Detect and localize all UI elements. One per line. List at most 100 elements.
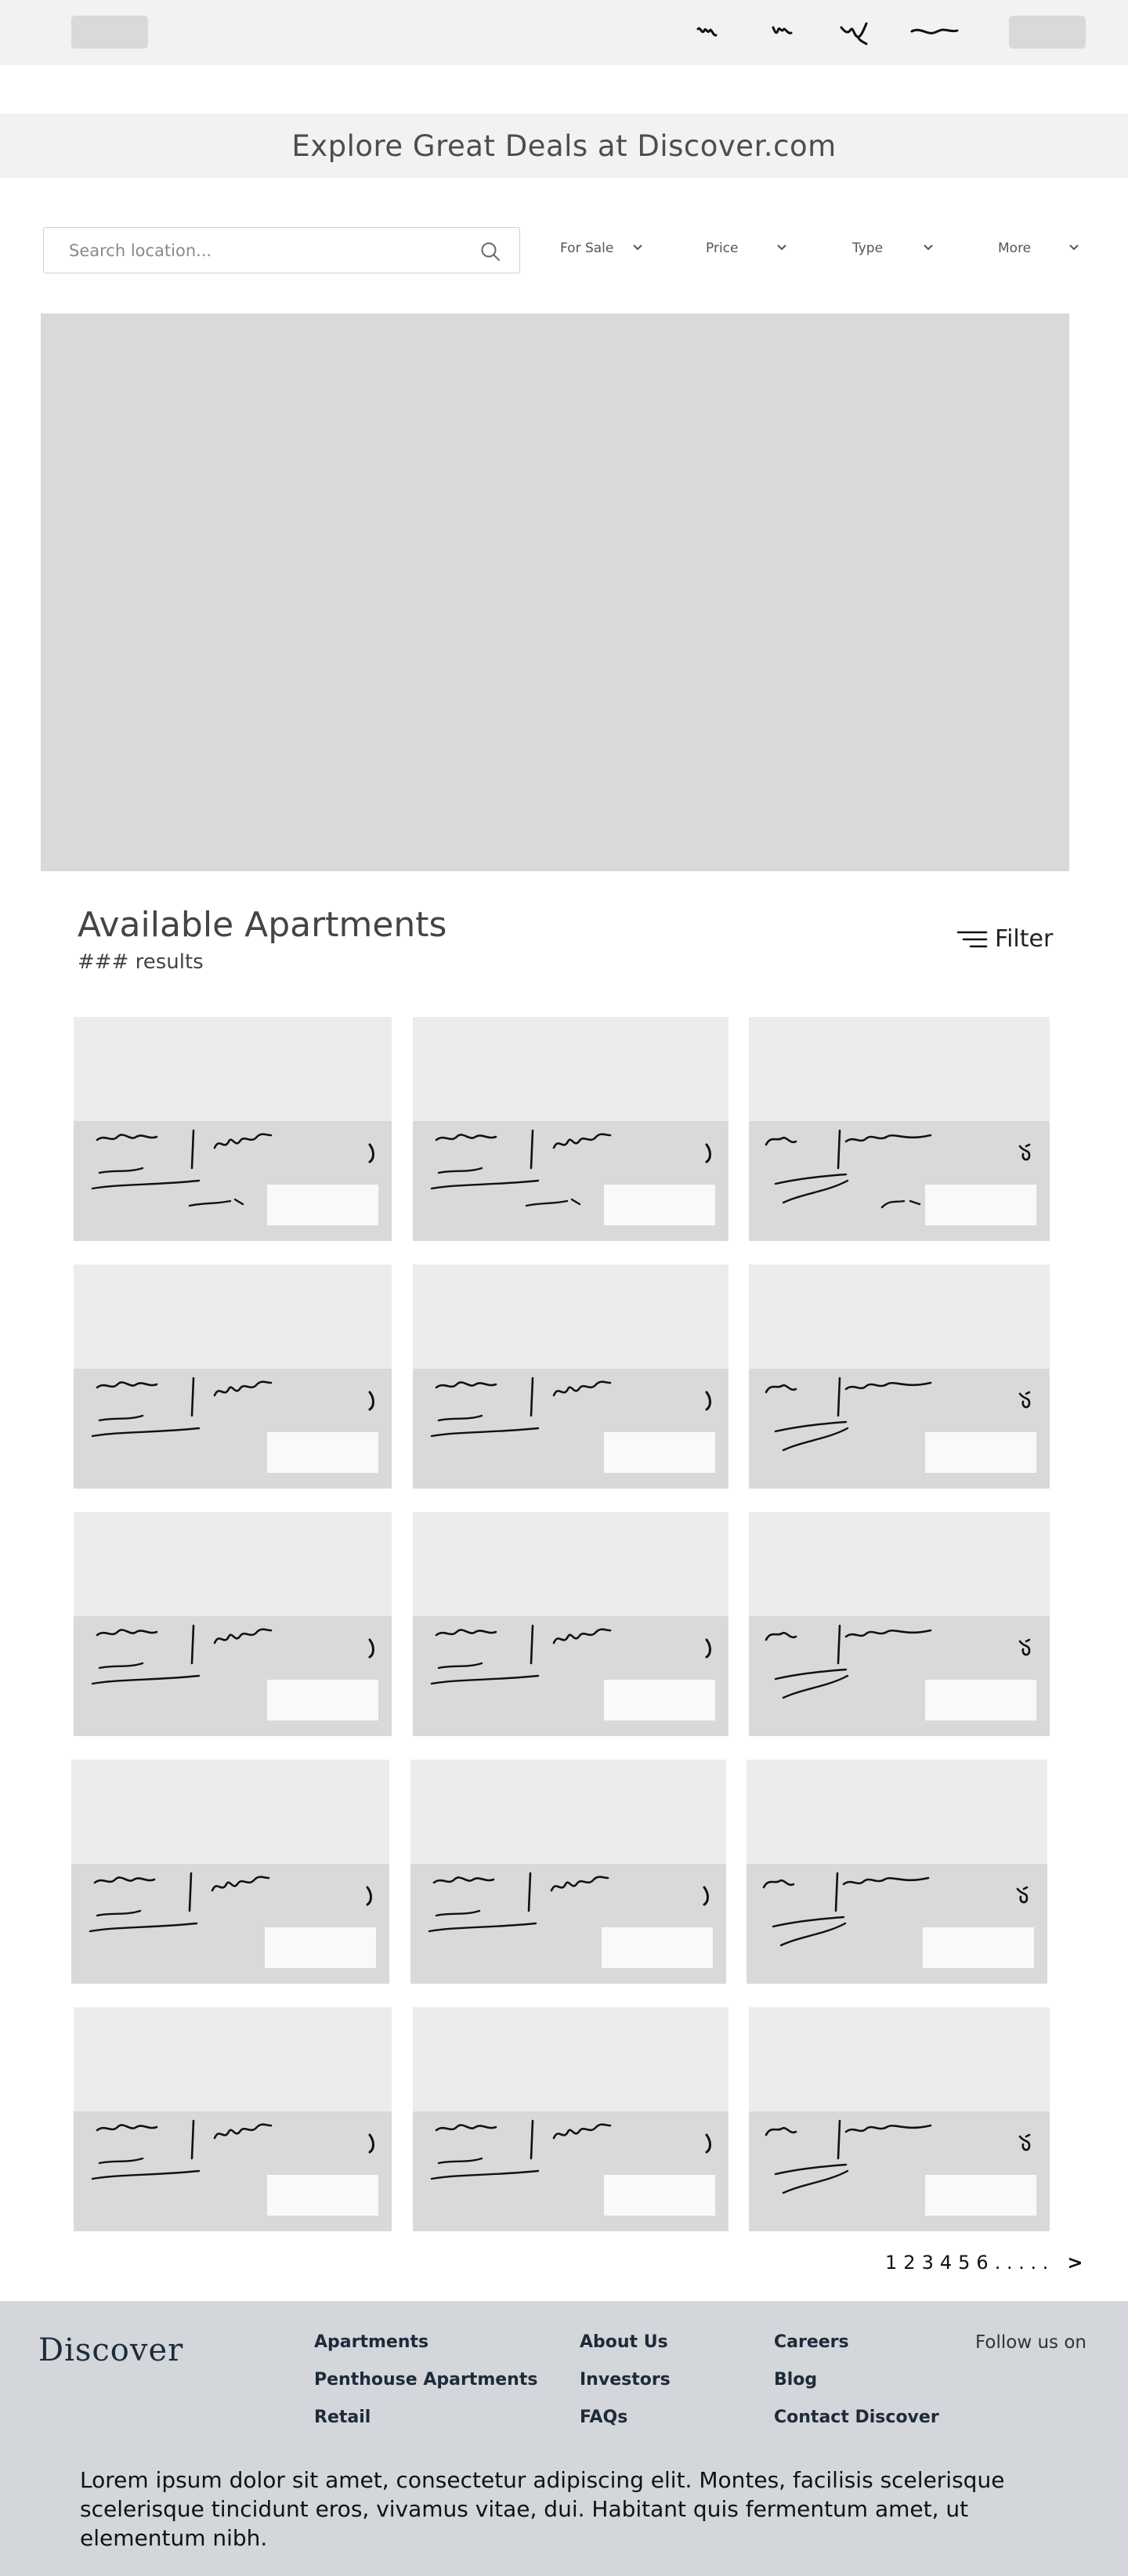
footer-link[interactable]: About Us (580, 2331, 671, 2368)
footer-column-2: About Us Investors FAQs (580, 2331, 671, 2444)
listing-action-placeholder[interactable] (925, 2175, 1036, 2216)
listing-image-placeholder (74, 1017, 392, 1121)
footer-link[interactable]: Contact Discover (774, 2406, 939, 2444)
listing-card[interactable] (749, 1512, 1050, 1736)
listing-card[interactable] (410, 1760, 726, 1984)
footer-link[interactable]: Penthouse Apartments (314, 2368, 537, 2406)
listing-image-placeholder (74, 1512, 392, 1616)
listing-action-placeholder[interactable] (604, 1680, 715, 1720)
listing-action-placeholder[interactable] (923, 1927, 1034, 1968)
listing-action-placeholder[interactable] (925, 1432, 1036, 1473)
listing-action-placeholder[interactable] (267, 2175, 378, 2216)
listing-action-placeholder[interactable] (602, 1927, 713, 1968)
nav-scribble-3[interactable] (838, 20, 874, 45)
hero-banner: Explore Great Deals at Discover.com (0, 114, 1128, 178)
banner-title: Explore Great Deals at Discover.com (291, 128, 837, 163)
listing-card[interactable] (74, 1264, 392, 1489)
chevron-down-icon (633, 244, 642, 251)
search-box[interactable] (43, 227, 520, 273)
nav-scribble-2[interactable] (770, 20, 798, 44)
nav-scribble-1[interactable] (696, 20, 722, 44)
search-icon[interactable] (479, 241, 501, 262)
listing-action-placeholder[interactable] (265, 1927, 376, 1968)
chevron-down-icon (777, 244, 786, 251)
listing-image-placeholder (749, 1512, 1050, 1616)
page-link[interactable]: 4 (940, 2252, 952, 2274)
follow-us-label: Follow us on (975, 2332, 1086, 2353)
section-title: Available Apartments (78, 905, 447, 945)
dropdown-label: Price (706, 241, 739, 256)
footer-link[interactable]: Investors (580, 2368, 671, 2406)
nav-scribble-4[interactable] (909, 20, 964, 44)
footer-brand[interactable]: Discover (38, 2332, 183, 2368)
search-input[interactable] (69, 240, 476, 262)
page-link[interactable]: 5 (958, 2252, 970, 2274)
listing-card[interactable] (413, 1017, 728, 1241)
footer-link[interactable]: Careers (774, 2331, 939, 2368)
listing-card[interactable] (74, 1017, 392, 1241)
page-link[interactable]: 2 (903, 2252, 915, 2274)
listing-image-placeholder (749, 1017, 1050, 1121)
listing-image-placeholder (413, 2007, 728, 2111)
listing-image-placeholder (74, 2007, 392, 2111)
listing-action-placeholder[interactable] (925, 1680, 1036, 1720)
dropdown-price[interactable]: Price (706, 237, 792, 260)
listing-action-placeholder[interactable] (267, 1432, 378, 1473)
footer-link[interactable]: Apartments (314, 2331, 537, 2368)
filter-label: Filter (995, 925, 1054, 953)
filter-lines-icon (956, 931, 988, 947)
page-link[interactable]: 6 (976, 2252, 988, 2274)
listing-image-placeholder (747, 1760, 1047, 1864)
logo-placeholder[interactable] (71, 16, 148, 49)
listing-action-placeholder[interactable] (604, 2175, 715, 2216)
hero-image-placeholder (41, 313, 1069, 871)
footer-column-1: Apartments Penthouse Apartments Retail (314, 2331, 537, 2444)
chevron-down-icon (1069, 244, 1079, 251)
listing-card[interactable] (74, 1512, 392, 1736)
listing-card[interactable] (749, 2007, 1050, 2231)
listing-card[interactable] (747, 1760, 1047, 1984)
listing-card[interactable] (74, 2007, 392, 2231)
footer-description: Lorem ipsum dolor sit amet, consectetur … (80, 2467, 1005, 2551)
listing-image-placeholder (749, 1264, 1050, 1369)
page-link[interactable]: 1 (885, 2252, 897, 2274)
dropdown-type[interactable]: Type (852, 237, 938, 260)
dropdown-label: Type (852, 241, 884, 256)
dropdown-label: More (998, 241, 1032, 256)
next-page-button[interactable]: > (1067, 2252, 1083, 2274)
listing-image-placeholder (749, 2007, 1050, 2111)
pagination-ellipsis: . . . . . (994, 2252, 1049, 2274)
footer-link[interactable]: Blog (774, 2368, 939, 2406)
dropdown-for-sale[interactable]: For Sale (560, 237, 646, 260)
listing-card[interactable] (413, 2007, 728, 2231)
login-placeholder[interactable] (1009, 16, 1086, 49)
listing-action-placeholder[interactable] (604, 1185, 715, 1225)
results-count: ### results (78, 950, 204, 974)
listing-card[interactable] (749, 1017, 1050, 1241)
pagination: 1 2 3 4 5 6 . . . . . > (885, 2252, 1083, 2274)
filter-button[interactable]: Filter (956, 925, 1053, 953)
chevron-down-icon (924, 244, 933, 251)
listing-image-placeholder (74, 1264, 392, 1369)
listing-action-placeholder[interactable] (267, 1185, 378, 1225)
listing-image-placeholder (410, 1760, 726, 1864)
listing-image-placeholder (413, 1017, 728, 1121)
listing-card[interactable] (413, 1264, 728, 1489)
footer: Discover Apartments Penthouse Apartments… (0, 2301, 1128, 2576)
dropdown-more[interactable]: More (998, 237, 1084, 260)
listing-action-placeholder[interactable] (604, 1432, 715, 1473)
listing-image-placeholder (413, 1264, 728, 1369)
footer-column-3: Careers Blog Contact Discover (774, 2331, 939, 2444)
listing-card[interactable] (749, 1264, 1050, 1489)
listing-card[interactable] (71, 1760, 389, 1984)
listing-card[interactable] (413, 1512, 728, 1736)
listing-action-placeholder[interactable] (925, 1185, 1036, 1225)
dropdown-label: For Sale (560, 241, 614, 256)
footer-link[interactable]: Retail (314, 2406, 537, 2444)
listing-action-placeholder[interactable] (267, 1680, 378, 1720)
top-bar (0, 0, 1128, 65)
footer-link[interactable]: FAQs (580, 2406, 671, 2444)
listing-image-placeholder (71, 1760, 389, 1864)
listing-image-placeholder (413, 1512, 728, 1616)
page-link[interactable]: 3 (922, 2252, 934, 2274)
